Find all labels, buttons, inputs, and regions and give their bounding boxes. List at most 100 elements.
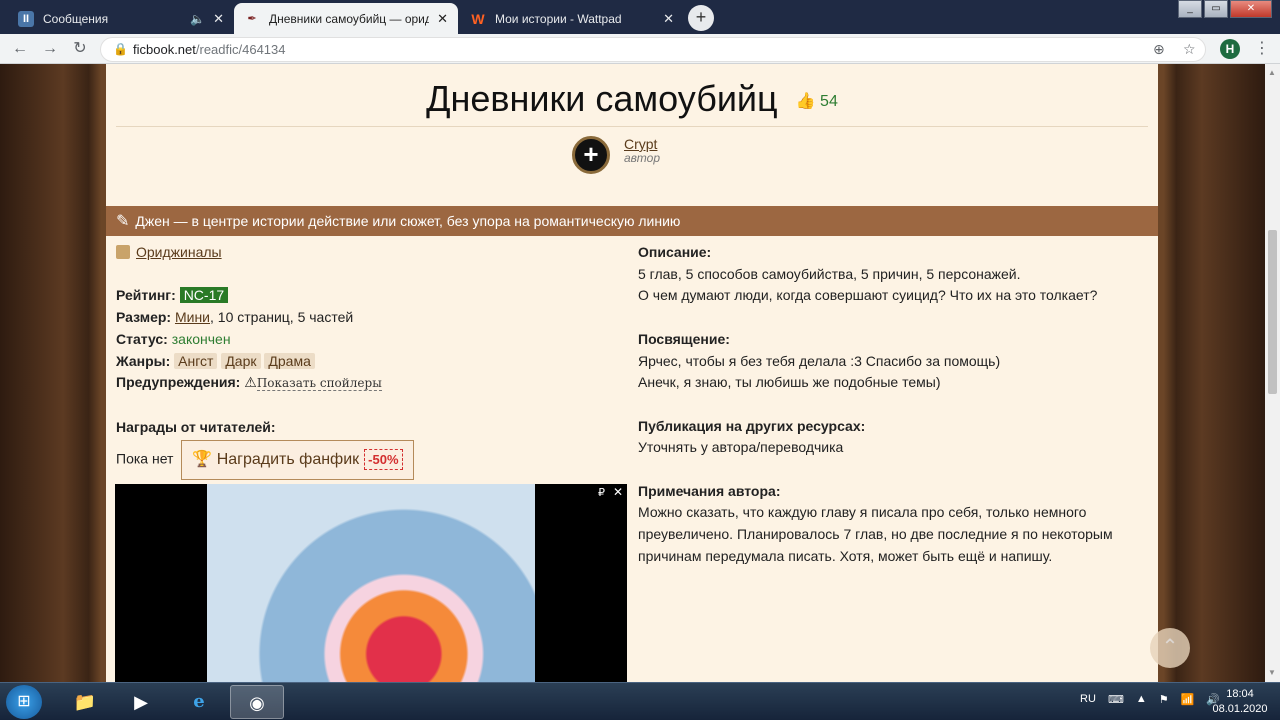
direction-banner: ✎ Джен — в центре истории действие или сю… (106, 206, 1158, 236)
show-spoilers-link[interactable]: Показать спойлеры (256, 376, 382, 392)
tab-title: Мои истории - Wattpad (495, 11, 622, 26)
dedication-line: Анечк, я знаю, ты любишь же подобные тем… (638, 374, 941, 391)
awards-none: Пока нет (116, 450, 174, 467)
network-icon[interactable]: 📶 (1181, 693, 1195, 706)
back-icon[interactable]: ← (10, 39, 30, 59)
notes-heading: Примечания автора: (638, 482, 781, 499)
story-heading: Дневники самоубийц 👍 54 (106, 78, 1158, 120)
publication-heading: Публикация на других ресурсах: (638, 417, 866, 434)
profile-avatar[interactable]: H (1220, 39, 1240, 59)
description-line: 5 глав, 5 способов самоубийства, 5 причи… (638, 265, 1021, 282)
ficbook-favicon-icon: ✒ (244, 10, 260, 27)
status-row: Статус: закончен (116, 330, 231, 347)
language-indicator[interactable]: RU (1080, 693, 1096, 706)
author-role: автор (624, 151, 661, 165)
dedication-heading: Посвящение: (638, 330, 730, 347)
genres-row: Жанры: Ангст Дарк Драма (116, 351, 628, 373)
ad-flowers-image[interactable] (207, 484, 535, 682)
vk-favicon-icon: II (18, 10, 34, 27)
browser-toolbar: ← → ↻ 🔒 ficbook.net/readfic/464134 ⊕ ☆ H… (0, 34, 1280, 64)
publication-text: Уточнять у автора/переводчика (638, 439, 844, 456)
story-title: Дневники самоубийц (426, 78, 778, 119)
awards-heading: Награды от читателей: (116, 418, 276, 435)
page-background: Дневники самоубийц 👍 54 + Crypt автор ✎ Д… (0, 64, 1265, 682)
author-avatar[interactable]: + (572, 136, 610, 174)
add-icon[interactable]: ⊕ (1153, 41, 1165, 58)
tab-close-icon[interactable]: ✕ (663, 11, 674, 27)
status-value: закончен (171, 330, 231, 347)
media-player-icon[interactable]: ▶ (114, 685, 168, 719)
internet-explorer-icon[interactable]: e (172, 685, 226, 719)
lock-icon[interactable]: 🔒 (113, 42, 128, 56)
browser-tab-bar: II Сообщения 🔈 ✕ ✒ Дневники самоубийц — … (0, 0, 1280, 34)
dedication-line: Ярчес, чтобы я без тебя делала :3 Спасиб… (638, 352, 1001, 369)
tab-wattpad[interactable]: W Мои истории - Wattpad ✕ (460, 3, 684, 34)
notes-line: преувеличено. Планировалось 7 глав, но д… (638, 526, 1113, 543)
notes-line: Можно сказать, что каждую главу я писала… (638, 504, 1087, 521)
menu-dots-icon[interactable]: ⋮ (1254, 38, 1270, 58)
warnings-row: Предупреждения: ⚠Показать спойлеры (116, 374, 382, 392)
scrollbar-thumb[interactable] (1268, 230, 1277, 394)
speaker-icon[interactable]: 🔈 (190, 12, 205, 26)
reload-icon[interactable]: ↻ (70, 39, 90, 59)
rating-badge[interactable]: NC-17 (179, 287, 229, 304)
tray-expand-icon[interactable]: ▲ (1136, 693, 1147, 706)
story-description: Описание: 5 глав, 5 способов самоубийств… (638, 242, 1148, 568)
likes-counter[interactable]: 👍 54 (796, 93, 838, 110)
notes-line: причинам передумала писать. Хотя, может … (638, 547, 1053, 564)
keyboard-icon[interactable]: ⌨ (1108, 693, 1124, 706)
rating-row: Рейтинг: NC-17 (116, 285, 628, 307)
start-button[interactable]: ⊞ (6, 685, 42, 719)
story-card: Дневники самоубийц 👍 54 + Crypt автор ✎ Д… (106, 64, 1158, 682)
window-controls: _ ▭ ✕ (1176, 0, 1272, 18)
new-tab-button[interactable]: + (688, 5, 714, 31)
ad-close-icon[interactable]: ✕ (613, 485, 623, 499)
fandom-link[interactable]: Ориджиналы (136, 244, 222, 260)
minimize-button[interactable]: _ (1178, 0, 1202, 18)
award-button[interactable]: 🏆 Наградить фанфик -50% (181, 440, 414, 480)
maximize-button[interactable]: ▭ (1204, 0, 1228, 18)
book-icon (116, 245, 130, 259)
story-meta: Ориджиналы Рейтинг: NC-17 Размер: Мини, … (116, 242, 628, 480)
scroll-up-arrow-icon[interactable]: ▲ (1268, 68, 1276, 77)
ad-marker-icon[interactable]: ₽ (598, 486, 605, 499)
author-link[interactable]: Crypt (624, 136, 657, 152)
thumbs-up-icon: 👍 (795, 93, 816, 111)
description-heading: Описание: (638, 244, 712, 260)
discount-badge: -50% (364, 449, 403, 471)
warning-icon: ⚠ (244, 374, 257, 391)
quill-icon: ✎ (116, 213, 130, 230)
genre-tag[interactable]: Драма (264, 352, 315, 369)
description-line: О чем думают люди, когда совершают суици… (638, 287, 1098, 304)
chrome-icon[interactable]: ◉ (230, 685, 284, 719)
genre-tag[interactable]: Ангст (174, 352, 218, 369)
trophy-icon: 🏆 (192, 451, 213, 469)
awards-row: Пока нет 🏆 Наградить фанфик -50% (116, 440, 628, 480)
bookmark-star-icon[interactable]: ☆ (1183, 41, 1196, 58)
system-clock[interactable]: 18:04 08.01.2020 (1212, 687, 1268, 717)
genre-tag[interactable]: Дарк (221, 352, 261, 369)
page-scrollbar[interactable]: ▲ ▼ (1265, 64, 1280, 682)
system-tray: RU ⌨ ▲ ⚑ 📶 🔊 (1080, 693, 1220, 706)
divider (116, 126, 1148, 127)
tab-title: Дневники самоубийц — ориджинал (269, 11, 430, 26)
wattpad-favicon-icon: W (471, 10, 485, 27)
tab-close-icon[interactable]: ✕ (213, 11, 224, 27)
tab-ficbook[interactable]: ✒ Дневники самоубийц — ориджинал ✕ (234, 3, 458, 34)
address-bar[interactable]: 🔒 ficbook.net/readfic/464134 ⊕ ☆ (100, 37, 1206, 62)
tab-close-icon[interactable]: ✕ (437, 11, 448, 27)
tab-title: Сообщения (43, 11, 109, 26)
window-close-button[interactable]: ✕ (1230, 0, 1272, 18)
size-row: Размер: Мини, 10 страниц, 5 частей (116, 309, 354, 326)
url-text[interactable]: ficbook.net/readfic/464134 (133, 42, 286, 57)
tab-messages[interactable]: II Сообщения 🔈 ✕ (8, 3, 234, 34)
explorer-icon[interactable]: 📁 (58, 685, 112, 719)
flag-icon[interactable]: ⚑ (1159, 693, 1169, 706)
scroll-to-top-button[interactable]: ⌃ (1150, 628, 1190, 668)
size-link[interactable]: Мини (175, 309, 210, 325)
scroll-down-arrow-icon[interactable]: ▼ (1268, 668, 1276, 677)
advertisement[interactable]: ₽ ✕ (115, 484, 627, 682)
forward-icon[interactable]: → (40, 39, 60, 59)
direction-text: Джен — в центре истории действие или сюж… (135, 213, 681, 229)
fandom-row: Ориджиналы (116, 242, 628, 264)
